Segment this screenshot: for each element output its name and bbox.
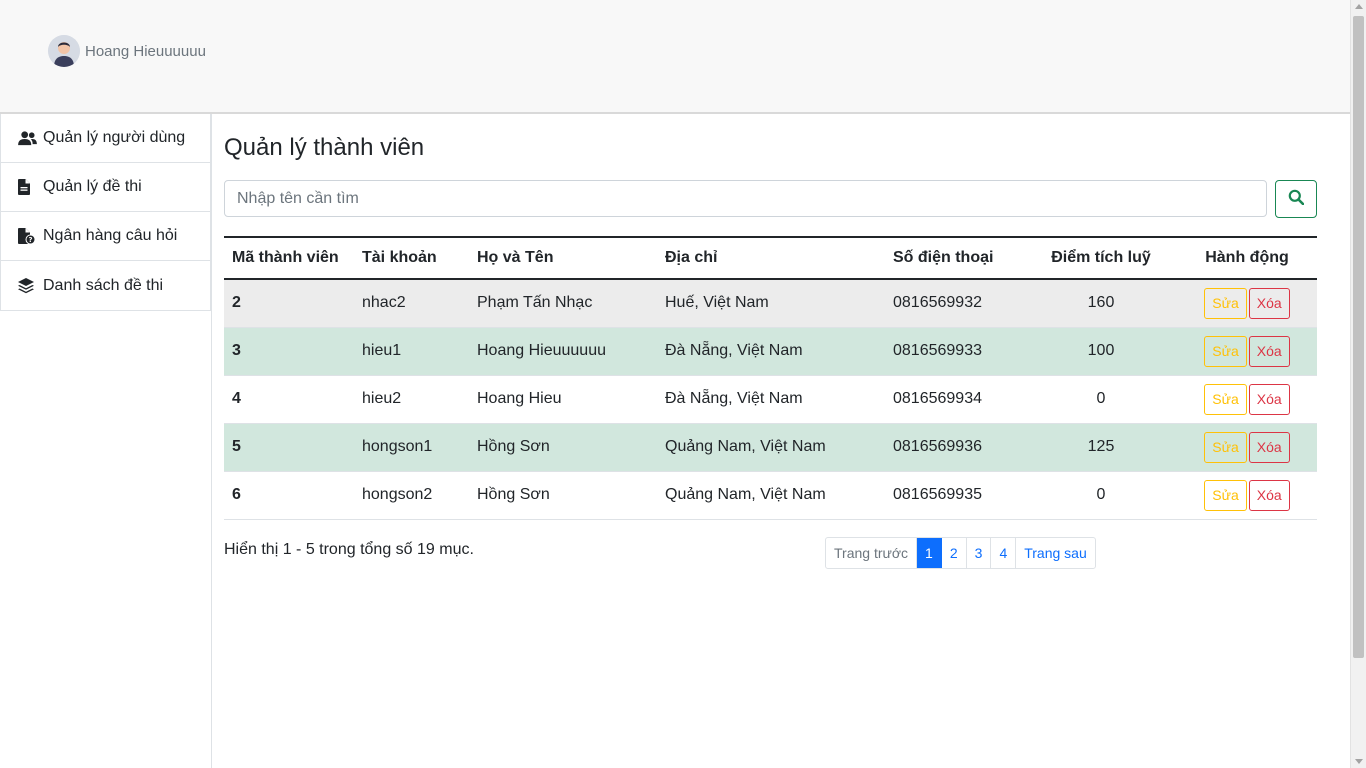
pagination-page-3[interactable]: 3	[967, 537, 992, 568]
account-cell: hongson2	[354, 471, 469, 520]
column-header-actions[interactable]: Hành động	[1177, 237, 1317, 279]
pagination: Trang trước 1 2 3 4 Trang sau	[825, 536, 1096, 569]
sidebar-item-label: Quản lý đề thi	[43, 178, 142, 195]
account-cell: hieu2	[354, 375, 469, 424]
layers-icon	[18, 277, 38, 295]
table-header-row: Mã thành viên Tài khoản Họ và Tên Địa ch…	[224, 237, 1317, 279]
sidebar-item-label: Ngân hàng câu hỏi	[43, 227, 178, 244]
address-cell: Quảng Nam, Việt Nam	[657, 471, 885, 520]
page-title: Quản lý thành viên	[224, 134, 425, 161]
points-cell: 125	[1025, 423, 1177, 472]
pagination-page-2[interactable]: 2	[942, 537, 967, 568]
column-header-address[interactable]: Địa chỉ	[657, 237, 885, 279]
address-cell: Quảng Nam, Việt Nam	[657, 423, 885, 472]
members-table: Mã thành viên Tài khoản Họ và Tên Địa ch…	[224, 236, 1317, 520]
member-id-cell: 2	[224, 279, 354, 328]
table-row[interactable]: 5 hongson1 Hồng Sơn Quảng Nam, Việt Nam …	[224, 423, 1317, 472]
table-row[interactable]: 2 nhac2 Phạm Tấn Nhạc Huế, Việt Nam 0816…	[224, 279, 1317, 328]
phone-cell: 0816569935	[885, 471, 1025, 520]
search-input[interactable]	[224, 180, 1267, 217]
sidebar-item-exam-list[interactable]: Danh sách đề thi	[1, 261, 210, 310]
vertical-scrollbar[interactable]	[1350, 0, 1366, 768]
phone-cell: 0816569934	[885, 375, 1025, 424]
points-cell: 160	[1025, 279, 1177, 328]
pagination-page-4[interactable]: 4	[991, 537, 1017, 568]
column-header-points[interactable]: Điểm tích luỹ	[1025, 237, 1177, 279]
pagination-next-button[interactable]: Trang sau	[1016, 538, 1095, 568]
name-cell: Hoang Hieu	[469, 375, 657, 424]
edit-button[interactable]: Sửa	[1204, 287, 1247, 319]
phone-cell: 0816569936	[885, 423, 1025, 472]
name-cell: Phạm Tấn Nhạc	[469, 279, 657, 328]
search-button[interactable]	[1275, 180, 1317, 218]
scroll-thumb[interactable]	[1353, 16, 1364, 658]
svg-text:?: ?	[28, 236, 32, 244]
scroll-up-arrow-icon[interactable]	[1355, 4, 1363, 9]
column-header-phone[interactable]: Số điện thoại	[885, 237, 1025, 279]
pagination-summary: Hiển thị 1 - 5 trong tổng số 19 mục.	[224, 540, 474, 558]
sidebar-item-label: Danh sách đề thi	[43, 276, 164, 294]
account-cell: hongson1	[354, 423, 469, 472]
table-row[interactable]: 6 hongson2 Hồng Sơn Quảng Nam, Việt Nam …	[224, 471, 1317, 520]
phone-cell: 0816569932	[885, 279, 1025, 328]
delete-button[interactable]: Xóa	[1248, 479, 1290, 511]
scroll-down-arrow-icon[interactable]	[1355, 759, 1363, 764]
pagination-prev-button[interactable]: Trang trước	[826, 537, 918, 568]
table-row[interactable]: 4 hieu2 Hoang Hieu Đà Nẵng, Việt Nam 081…	[224, 375, 1317, 424]
column-header-full-name[interactable]: Họ và Tên	[469, 237, 657, 279]
name-cell: Hồng Sơn	[469, 471, 657, 520]
member-id-cell: 5	[224, 423, 354, 472]
address-cell: Đà Nẵng, Việt Nam	[657, 375, 885, 424]
file-icon	[18, 178, 38, 196]
name-cell: Hoang Hieuuuuuu	[469, 327, 657, 376]
delete-button[interactable]: Xóa	[1248, 335, 1290, 367]
delete-button[interactable]: Xóa	[1248, 431, 1290, 463]
actions-cell: Sửa Xóa	[1177, 375, 1317, 424]
content-divider	[211, 114, 212, 768]
phone-cell: 0816569933	[885, 327, 1025, 376]
main-content: Quản lý thành viên Mã thành viên Tài kho…	[224, 114, 1317, 586]
file-question-icon: ?	[18, 227, 38, 245]
sidebar-item-exam-management[interactable]: Quản lý đề thi	[1, 163, 210, 212]
table-footer: Hiển thị 1 - 5 trong tổng số 19 mục. Tra…	[224, 536, 1317, 586]
column-header-account[interactable]: Tài khoản	[354, 237, 469, 279]
table-row[interactable]: 3 hieu1 Hoang Hieuuuuuu Đà Nẵng, Việt Na…	[224, 327, 1317, 376]
points-cell: 0	[1025, 471, 1177, 520]
column-header-member-id[interactable]: Mã thành viên	[224, 237, 354, 279]
actions-cell: Sửa Xóa	[1177, 471, 1317, 520]
account-cell: hieu1	[354, 327, 469, 376]
actions-cell: Sửa Xóa	[1177, 327, 1317, 376]
search-icon	[1288, 189, 1305, 210]
sidebar-item-user-management[interactable]: Quản lý người dùng	[1, 114, 210, 163]
edit-button[interactable]: Sửa	[1204, 431, 1247, 463]
edit-button[interactable]: Sửa	[1204, 335, 1247, 367]
pagination-page-1[interactable]: 1	[917, 537, 942, 568]
actions-cell: Sửa Xóa	[1177, 423, 1317, 472]
name-cell: Hồng Sơn	[469, 423, 657, 472]
user-profile[interactable]: Hoang Hieuuuuuu	[48, 35, 206, 67]
sidebar-item-question-bank[interactable]: ? Ngân hàng câu hỏi	[1, 212, 210, 261]
sidebar: Quản lý người dùng Quản lý đề thi ? Ngân…	[0, 114, 211, 311]
points-cell: 100	[1025, 327, 1177, 376]
sidebar-item-label: Quản lý người dùng	[43, 129, 186, 146]
edit-button[interactable]: Sửa	[1204, 479, 1247, 511]
delete-button[interactable]: Xóa	[1248, 383, 1290, 415]
address-cell: Đà Nẵng, Việt Nam	[657, 327, 885, 376]
actions-cell: Sửa Xóa	[1177, 279, 1317, 328]
points-cell: 0	[1025, 375, 1177, 424]
username[interactable]: Hoang Hieuuuuuu	[85, 43, 206, 60]
address-cell: Huế, Việt Nam	[657, 279, 885, 328]
search-bar	[224, 180, 1317, 218]
member-id-cell: 4	[224, 375, 354, 424]
top-header: Hoang Hieuuuuuu	[0, 0, 1350, 114]
users-icon	[18, 129, 38, 147]
avatar[interactable]	[48, 35, 80, 67]
edit-button[interactable]: Sửa	[1204, 383, 1247, 415]
delete-button[interactable]: Xóa	[1248, 287, 1290, 319]
member-id-cell: 3	[224, 327, 354, 376]
member-id-cell: 6	[224, 471, 354, 520]
account-cell: nhac2	[354, 279, 469, 328]
